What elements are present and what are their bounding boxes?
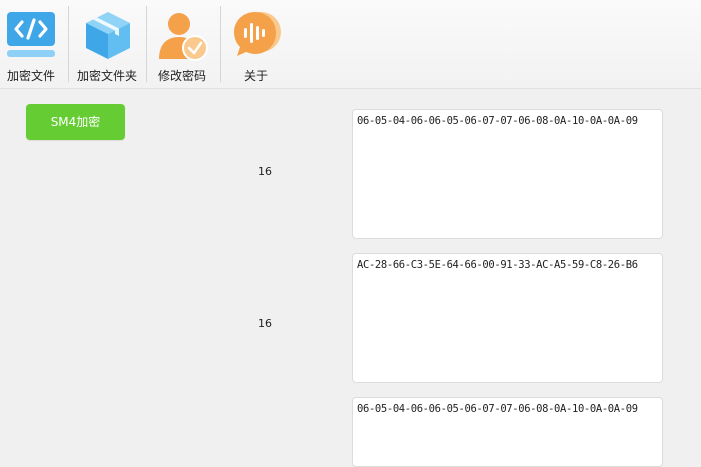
change-password-button[interactable]: 修改密码 [150,0,214,88]
toolbar-divider [68,6,69,82]
iv-hex-textbox[interactable]: AC-28-66-C3-5E-64-66-00-91-33-AC-A5-59-C… [352,253,663,383]
about-label: 关于 [243,69,268,83]
sm4-encrypt-button[interactable]: SM4加密 [26,104,125,140]
user-check-icon [156,9,208,61]
toolbar-divider [220,6,221,82]
encrypt-file-button[interactable]: 加密文件 [0,0,62,88]
encrypt-file-label: 加密文件 [6,69,55,83]
toolbar: 加密文件 加密文件夹 修改密码 关于 [0,0,701,89]
encrypt-folder-label: 加密文件夹 [76,69,137,83]
code-icon [5,9,57,61]
key-length-label: 16 [258,165,272,178]
encrypt-folder-button[interactable]: 加密文件夹 [72,0,142,88]
box-icon [82,9,134,61]
about-button[interactable]: 关于 [224,0,288,88]
toolbar-divider [146,6,147,82]
key-hex-textbox[interactable]: 06-05-04-06-06-05-06-07-07-06-08-0A-10-0… [352,109,663,239]
iv-length-label: 16 [258,317,272,330]
change-password-label: 修改密码 [157,69,206,83]
chat-bubble-icon [230,9,282,61]
